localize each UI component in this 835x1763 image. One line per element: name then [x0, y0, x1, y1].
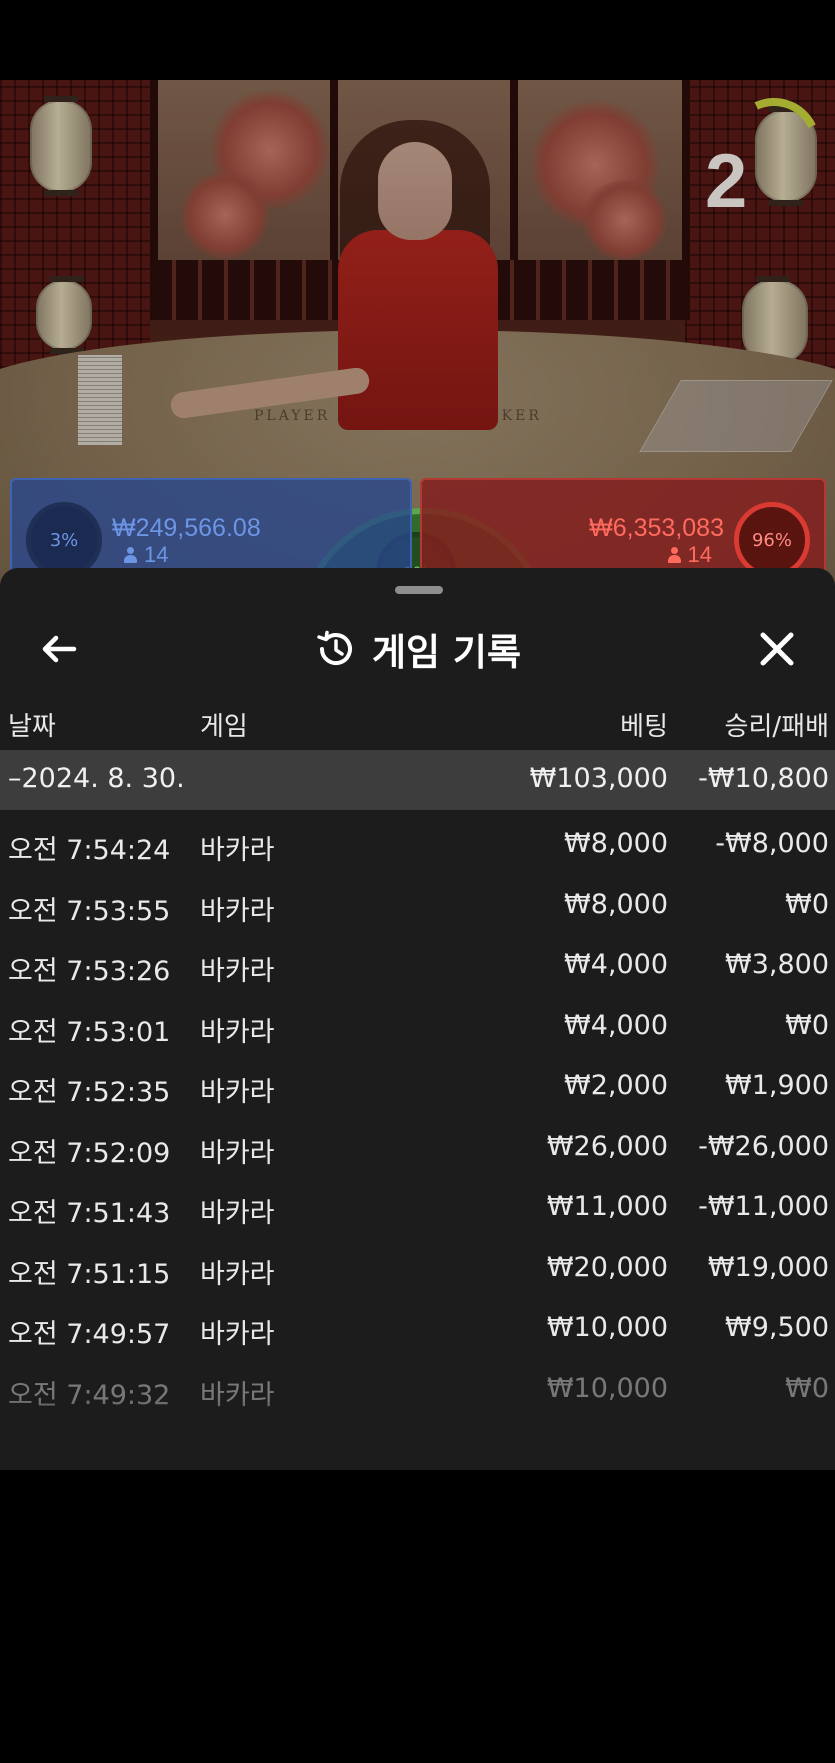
close-button[interactable] — [752, 624, 802, 674]
drag-handle[interactable] — [395, 586, 443, 594]
player-bet-amount: ₩249,566.08 — [112, 514, 261, 542]
player-percent: 3% — [26, 502, 102, 578]
sheet-header: 게임 기록 — [0, 604, 835, 692]
row-bet: ₩8,000 — [564, 888, 668, 920]
row-game: 바카라 — [200, 895, 275, 927]
banker-bettors-count: 14 — [687, 542, 712, 567]
row-bet: ₩4,000 — [564, 1009, 668, 1041]
banker-bet-amount: ₩6,353,083 — [589, 514, 724, 542]
row-game: 바카라 — [200, 1016, 275, 1048]
row-game: 바카라 — [200, 835, 275, 866]
row-time: 오전 7:49:57 — [8, 1319, 171, 1350]
column-game: 게임 — [200, 712, 248, 742]
history-row[interactable]: 오전 7:49:57 바카라 ₩10,000 ₩9,500 — [0, 1298, 835, 1359]
row-time: 오전 7:52:09 — [8, 1137, 171, 1169]
live-video-feed: PLAYER BANKER 2 1% 3% ₩249,566.08 14 96%… — [0, 80, 835, 600]
row-time: 오전 7:51:15 — [8, 1258, 171, 1290]
person-icon — [124, 547, 137, 563]
history-row[interactable]: 오전 7:53:01 바카라 ₩4,000 ₩0 — [0, 996, 835, 1057]
row-time: 오전 7:54:24 — [8, 835, 171, 866]
column-win-loss: 승리/패배 — [724, 712, 829, 742]
history-row[interactable]: 오전 7:53:55 바카라 ₩8,000 ₩0 — [0, 875, 835, 936]
row-bet: ₩2,000 — [564, 1070, 668, 1101]
group-bet-total: ₩103,000 — [529, 763, 668, 794]
row-time: 오전 7:53:01 — [8, 1016, 171, 1048]
row-game: 바카라 — [200, 1198, 275, 1229]
row-bet: ₩8,000 — [564, 828, 668, 859]
player-bettors: 14 — [124, 542, 168, 568]
column-bet: 베팅 — [620, 712, 668, 742]
group-date: –2024. 8. 30. — [8, 763, 185, 794]
player-bettors-count: 14 — [144, 542, 169, 567]
sheet-title: 게임 기록 — [0, 624, 835, 674]
history-list: 오전 7:54:24 바카라 ₩8,000 -₩8,000 오전 7:53:55… — [0, 814, 835, 1419]
history-row[interactable]: 오전 7:53:26 바카라 ₩4,000 ₩3,800 — [0, 935, 835, 996]
date-group-row[interactable]: –2024. 8. 30. ₩103,000 -₩10,800 — [0, 750, 835, 810]
row-time: 오전 7:53:26 — [8, 956, 171, 987]
row-game: 바카라 — [200, 1258, 275, 1290]
row-win-loss: -₩8,000 — [715, 828, 829, 859]
row-win-loss: -₩26,000 — [698, 1130, 829, 1162]
banker-bettors: 14 — [667, 542, 712, 568]
row-win-loss: ₩0 — [785, 1009, 829, 1041]
row-bet: ₩26,000 — [546, 1130, 668, 1162]
column-headers: 날짜 게임 베팅 승리/패배 — [0, 702, 835, 742]
row-time: 오전 7:53:55 — [8, 895, 171, 927]
game-history-sheet: 게임 기록 날짜 게임 베팅 승리/패배 –2024. 8. 30. ₩103,… — [0, 568, 835, 1470]
row-game: 바카라 — [200, 956, 275, 987]
row-game: 바카라 — [200, 1319, 275, 1350]
row-time: 오전 7:51:43 — [8, 1198, 171, 1229]
close-x-icon — [760, 632, 794, 666]
history-clock-icon — [317, 630, 352, 666]
row-bet: ₩10,000 — [546, 1312, 668, 1343]
sheet-title-text: 게임 기록 — [371, 631, 522, 674]
column-date: 날짜 — [8, 712, 56, 742]
history-row[interactable]: 오전 7:51:43 바카라 ₩11,000 -₩11,000 — [0, 1177, 835, 1238]
row-win-loss: ₩0 — [785, 888, 829, 920]
round-counter: 2 — [705, 139, 748, 224]
row-game: 바카라 — [200, 1077, 275, 1108]
history-row[interactable]: 오전 7:51:15 바카라 ₩20,000 ₩19,000 — [0, 1238, 835, 1299]
group-win-loss-total: -₩10,800 — [698, 763, 829, 794]
row-win-loss: ₩19,000 — [707, 1251, 829, 1283]
row-game: 바카라 — [200, 1137, 275, 1169]
row-time: 오전 7:52:35 — [8, 1077, 171, 1108]
history-row[interactable]: 오전 7:52:35 바카라 ₩2,000 ₩1,900 — [0, 1056, 835, 1117]
row-bet: ₩20,000 — [546, 1251, 668, 1283]
row-bet: ₩4,000 — [564, 949, 668, 980]
history-row[interactable]: 오전 7:52:09 바카라 ₩26,000 -₩26,000 — [0, 1117, 835, 1178]
row-win-loss: ₩1,900 — [725, 1070, 829, 1101]
list-fade — [0, 1398, 835, 1470]
banker-percent: 96% — [734, 502, 810, 578]
person-icon — [667, 547, 681, 563]
row-win-loss: ₩9,500 — [725, 1312, 829, 1343]
row-bet: ₩11,000 — [546, 1191, 668, 1222]
row-win-loss: ₩3,800 — [725, 949, 829, 980]
row-win-loss: -₩11,000 — [698, 1191, 829, 1222]
history-row[interactable]: 오전 7:54:24 바카라 ₩8,000 -₩8,000 — [0, 814, 835, 875]
